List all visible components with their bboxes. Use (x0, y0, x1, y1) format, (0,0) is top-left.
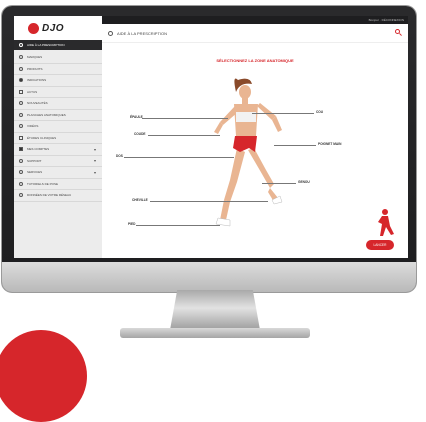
sidebar-item-label: DONNÉES DE VOTRE RÉSEAU (27, 193, 72, 198)
network-icon (19, 193, 23, 198)
sidebar-item-planches[interactable]: PLANCHES ANATOMIQUES (14, 110, 102, 121)
anatomy-icon (19, 112, 23, 117)
logo-mark-icon (28, 22, 39, 34)
news-icon (19, 89, 23, 94)
support-icon (19, 158, 23, 163)
services-icon (19, 170, 23, 175)
sidebar-item-videos[interactable]: VIDÉOS (14, 121, 102, 133)
zone-label-genou[interactable]: GENOU (298, 180, 310, 184)
sidebar-item-label: NOUVEAUTÉS (27, 101, 48, 106)
sidebar: DJO AIDE À LA PRESCRIPTION MARQUES PRODU… (14, 16, 102, 258)
sidebar-item-label: PRODUITS (27, 66, 43, 71)
leader-line (142, 118, 228, 119)
gear-icon (19, 43, 23, 47)
sidebar-item-marques[interactable]: MARQUES (14, 52, 102, 64)
sidebar-item-services[interactable]: SERVICES ▾ (14, 167, 102, 179)
sidebar-item-label: VIDÉOS (27, 124, 39, 129)
leader-line (262, 183, 296, 184)
sidebar-item-label: AIDE À LA PRESCRIPTION (27, 43, 65, 47)
sidebar-item-tutoriels[interactable]: TUTORIELS DE POSE (14, 179, 102, 190)
account-icon (19, 147, 23, 152)
sidebar-item-label: SERVICES (27, 170, 43, 175)
sidebar-item-label: PLANCHES ANATOMIQUES (27, 112, 66, 117)
new-icon (19, 101, 23, 106)
sidebar-item-label: MES COMPTES (27, 147, 50, 152)
sidebar-item-label: TUTORIELS DE POSE (27, 181, 58, 186)
chevron-down-icon: ▾ (93, 146, 96, 152)
sidebar-item-comptes[interactable]: MES COMPTES ▾ (14, 144, 102, 156)
sidebar-item-nouveautes[interactable]: NOUVEAUTÉS (14, 98, 102, 110)
sidebar-item-support[interactable]: SUPPORT ▾ (14, 156, 102, 167)
sidebar-item-prescription[interactable]: AIDE À LA PRESCRIPTION (14, 40, 102, 50)
monitor-stand (170, 290, 260, 330)
sidebar-item-reseau[interactable]: DONNÉES DE VOTRE RÉSEAU (14, 190, 102, 202)
zone-label-epaule[interactable]: ÉPAULE (130, 115, 143, 119)
leader-line (150, 201, 268, 202)
chart-icon (19, 135, 23, 140)
zone-label-cheville[interactable]: CHEVILLE (132, 198, 148, 202)
breadcrumb: AIDE À LA PRESCRIPTION (102, 24, 408, 43)
launch-button[interactable]: LANCER (366, 240, 394, 250)
sidebar-menu: MARQUES PRODUITS INDICATIONS ACTUS NOUVE… (14, 50, 102, 202)
sidebar-item-label: SUPPORT (27, 158, 42, 163)
video-icon (19, 124, 23, 129)
zone-label-pied[interactable]: PIED (128, 222, 135, 226)
sidebar-item-label: ÉTUDES CLINIQUES (27, 135, 57, 140)
decorative-red-circle (0, 330, 87, 422)
anatomy-area: ÉPAULE COU COUDE POIGNET MAIN DOS GENOU … (102, 70, 408, 258)
monitor-stand-base (120, 328, 310, 338)
brand-logo[interactable]: DJO (14, 16, 102, 40)
app-screen: DJO AIDE À LA PRESCRIPTION MARQUES PRODU… (14, 16, 408, 258)
sidebar-item-etudes[interactable]: ÉTUDES CLINIQUES (14, 133, 102, 144)
page-title: AIDE À LA PRESCRIPTION (117, 30, 168, 36)
box-icon (19, 66, 23, 71)
tutorial-icon (19, 181, 23, 186)
zone-label-dos[interactable]: DOS (116, 154, 123, 158)
sidebar-item-indications[interactable]: INDICATIONS (14, 75, 102, 87)
chevron-down-icon: ▾ (93, 158, 96, 164)
sidebar-item-label: MARQUES (27, 55, 43, 60)
chevron-down-icon: ▾ (93, 169, 96, 175)
sidebar-item-actus[interactable]: ACTUS (14, 87, 102, 98)
zone-label-coude[interactable]: COUDE (134, 132, 146, 136)
monitor-chin (2, 262, 416, 292)
leader-line (124, 157, 234, 158)
sidebar-item-produits[interactable]: PRODUITS (14, 64, 102, 75)
section-title: SÉLECTIONNEZ LA ZONE ANATOMIQUE (216, 58, 294, 63)
star-icon (19, 55, 23, 60)
runner-figure (214, 78, 394, 236)
dot-icon (19, 78, 23, 83)
sidebar-item-label: INDICATIONS (27, 78, 47, 83)
leader-line (252, 113, 314, 114)
gear-icon (108, 30, 113, 36)
sidebar-item-label: ACTUS (27, 89, 38, 94)
leader-line (136, 225, 220, 226)
leader-line (274, 145, 316, 146)
logo-text: DJO (42, 22, 65, 34)
zone-label-cou[interactable]: COU (316, 110, 323, 114)
zone-label-poignet-main[interactable]: POIGNET MAIN (318, 142, 341, 146)
leader-line (148, 135, 220, 136)
search-icon[interactable] (395, 29, 400, 34)
user-status[interactable]: Bonjour · DÉCONNEXION (369, 18, 404, 22)
top-bar: Bonjour · DÉCONNEXION (102, 16, 408, 24)
